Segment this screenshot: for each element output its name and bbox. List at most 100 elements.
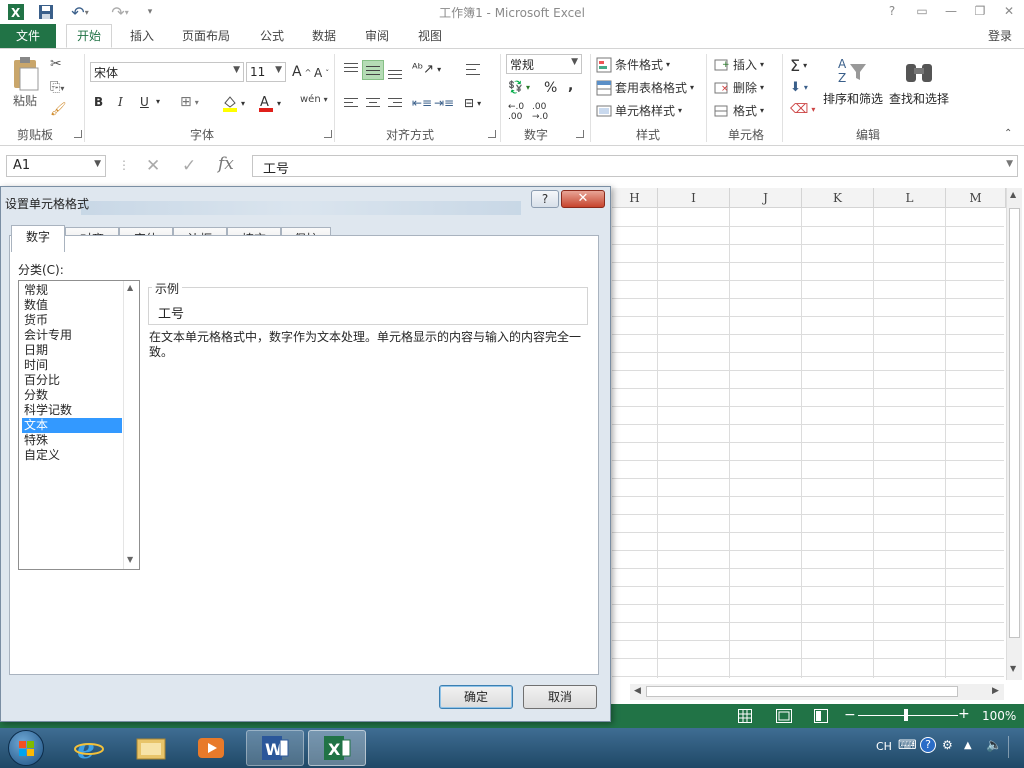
chevron-down-icon[interactable]: ▾ [156, 97, 160, 106]
sort-filter-button[interactable]: 排序和筛选 [820, 90, 886, 107]
category-list-scrollbar[interactable]: ▲ ▼ [123, 281, 139, 569]
currency-icon[interactable]: 💱 ▾ [508, 80, 530, 94]
column-header[interactable]: M [946, 188, 1006, 208]
format-cells-button[interactable]: 格式 ▾ [714, 102, 764, 119]
collapse-ribbon-icon[interactable]: ⌃ [1004, 128, 1012, 139]
insert-function-icon[interactable]: fx [218, 154, 234, 174]
scroll-down-icon[interactable]: ▼ [127, 555, 133, 564]
column-header[interactable]: J [730, 188, 802, 208]
delete-cells-button[interactable]: × 删除 ▾ [714, 79, 764, 96]
wrap-text-icon[interactable] [466, 62, 482, 81]
page-layout-view-icon[interactable] [776, 709, 792, 726]
normal-view-icon[interactable] [738, 709, 752, 726]
ribbon-display-icon[interactable]: ▭ [911, 3, 933, 19]
scroll-right-icon[interactable]: ▶ [992, 686, 999, 696]
fill-color-icon[interactable]: ▾ [222, 94, 245, 112]
find-binoculars-icon[interactable] [904, 58, 934, 87]
column-header[interactable]: K [802, 188, 874, 208]
font-name-combo[interactable]: 宋体 ▼ [90, 62, 244, 82]
column-header[interactable]: I [658, 188, 730, 208]
minimize-icon[interactable]: — [940, 3, 962, 19]
category-list[interactable]: 常规 数值 货币 会计专用 日期 时间 百分比 分数 科学记数 文本 特殊 自定… [18, 280, 140, 570]
font-size-combo[interactable]: 11 ▼ [246, 62, 286, 82]
bold-button[interactable]: B [94, 95, 103, 109]
insert-cells-button[interactable]: + 插入 ▾ [714, 56, 764, 73]
italic-button[interactable]: I [118, 95, 123, 109]
start-button[interactable] [8, 730, 44, 766]
cancel-entry-icon[interactable]: ✕ [146, 156, 160, 176]
category-item[interactable]: 时间 [22, 358, 122, 373]
grow-font-icon[interactable]: A ^ [292, 64, 311, 80]
zoom-slider[interactable] [858, 715, 958, 716]
category-item[interactable]: 数值 [22, 298, 122, 313]
align-bottom-icon[interactable] [388, 66, 402, 83]
excel-app-icon[interactable]: X [6, 3, 26, 21]
settings-tray-icon[interactable]: ⚙ [942, 738, 953, 752]
autosum-icon[interactable]: Σ ▾ [790, 56, 807, 75]
help-tray-icon[interactable]: ? [920, 737, 936, 753]
clipboard-launcher-icon[interactable] [74, 130, 82, 138]
scroll-thumb-horizontal[interactable] [646, 686, 958, 697]
language-indicator[interactable]: CH [876, 740, 892, 753]
scroll-left-icon[interactable]: ◀ [634, 686, 641, 696]
align-left-icon[interactable] [344, 98, 358, 113]
category-item[interactable]: 分数 [22, 388, 122, 403]
dialog-help-icon[interactable]: ? [531, 190, 559, 208]
category-item[interactable]: 科学记数 [22, 403, 122, 418]
media-player-icon[interactable] [182, 730, 240, 766]
alignment-launcher-icon[interactable] [488, 130, 496, 138]
phonetic-guide-button[interactable]: wén ▾ [300, 94, 328, 105]
keyboard-icon[interactable]: ⌨ [898, 738, 917, 753]
help-button[interactable]: ? [881, 3, 903, 19]
tab-review[interactable]: 审阅 [355, 24, 399, 48]
align-top-icon[interactable] [344, 62, 358, 79]
volume-icon[interactable]: 🔈 [986, 738, 1002, 753]
tab-insert[interactable]: 插入 [120, 24, 164, 48]
tab-view[interactable]: 视图 [408, 24, 452, 48]
cell-styles-button[interactable]: 单元格样式 ▾ [596, 102, 682, 119]
format-as-table-button[interactable]: 套用表格格式 ▾ [596, 79, 694, 96]
file-explorer-icon[interactable] [122, 730, 180, 766]
formula-input[interactable]: 工号 ▼ [252, 155, 1018, 177]
align-center-icon[interactable] [366, 98, 380, 113]
category-item[interactable]: 货币 [22, 313, 122, 328]
dialog-close-icon[interactable]: ✕ [561, 190, 605, 208]
dialog-tab-number[interactable]: 数字 [11, 225, 65, 252]
column-header[interactable]: H [612, 188, 658, 208]
vertical-scrollbar[interactable]: ▲ ▼ [1006, 188, 1022, 680]
show-hidden-icons-icon[interactable]: ▲ [964, 740, 972, 751]
font-launcher-icon[interactable] [324, 130, 332, 138]
fill-icon[interactable]: ⬇ ▾ [790, 80, 808, 95]
category-item[interactable]: 日期 [22, 343, 122, 358]
merge-center-icon[interactable]: ⊟ ▾ [464, 96, 481, 110]
category-item[interactable]: 百分比 [22, 373, 122, 388]
name-box[interactable]: A1 ▼ [6, 155, 106, 177]
scroll-down-icon[interactable]: ▼ [1010, 664, 1016, 673]
align-middle-icon[interactable] [362, 60, 384, 80]
number-launcher-icon[interactable] [576, 130, 584, 138]
font-color-icon[interactable]: A ▾ [258, 94, 281, 112]
scroll-thumb[interactable] [1009, 208, 1020, 638]
format-painter-icon[interactable]: 🖌 [50, 102, 67, 117]
align-right-icon[interactable] [388, 98, 402, 113]
cancel-button[interactable]: 取消 [523, 685, 597, 709]
cut-icon[interactable]: ✂ [50, 56, 62, 72]
restore-icon[interactable]: ❐ [969, 3, 991, 19]
increase-decimal-icon[interactable]: ←.0.00 [508, 102, 524, 122]
find-select-button[interactable]: 查找和选择 [886, 90, 952, 107]
category-item[interactable]: 自定义 [22, 448, 122, 463]
redo-icon[interactable]: ↷ ▾ [106, 3, 134, 22]
category-item[interactable]: 会计专用 [22, 328, 122, 343]
scroll-up-icon[interactable]: ▲ [127, 283, 133, 292]
tab-home[interactable]: 开始 [66, 24, 113, 48]
underline-button[interactable]: U [140, 95, 149, 109]
enter-entry-icon[interactable]: ✓ [182, 156, 196, 176]
shrink-font-icon[interactable]: Aˇ [314, 66, 329, 80]
save-icon[interactable] [36, 3, 56, 21]
column-header[interactable]: L [874, 188, 946, 208]
tab-formulas[interactable]: 公式 [250, 24, 294, 48]
decrease-decimal-icon[interactable]: .00 →.0 [532, 102, 548, 122]
comma-style-button[interactable]: , [568, 78, 573, 94]
clear-icon[interactable]: ⌫ ▾ [790, 102, 815, 117]
category-item-selected[interactable]: 文本 [22, 418, 122, 433]
